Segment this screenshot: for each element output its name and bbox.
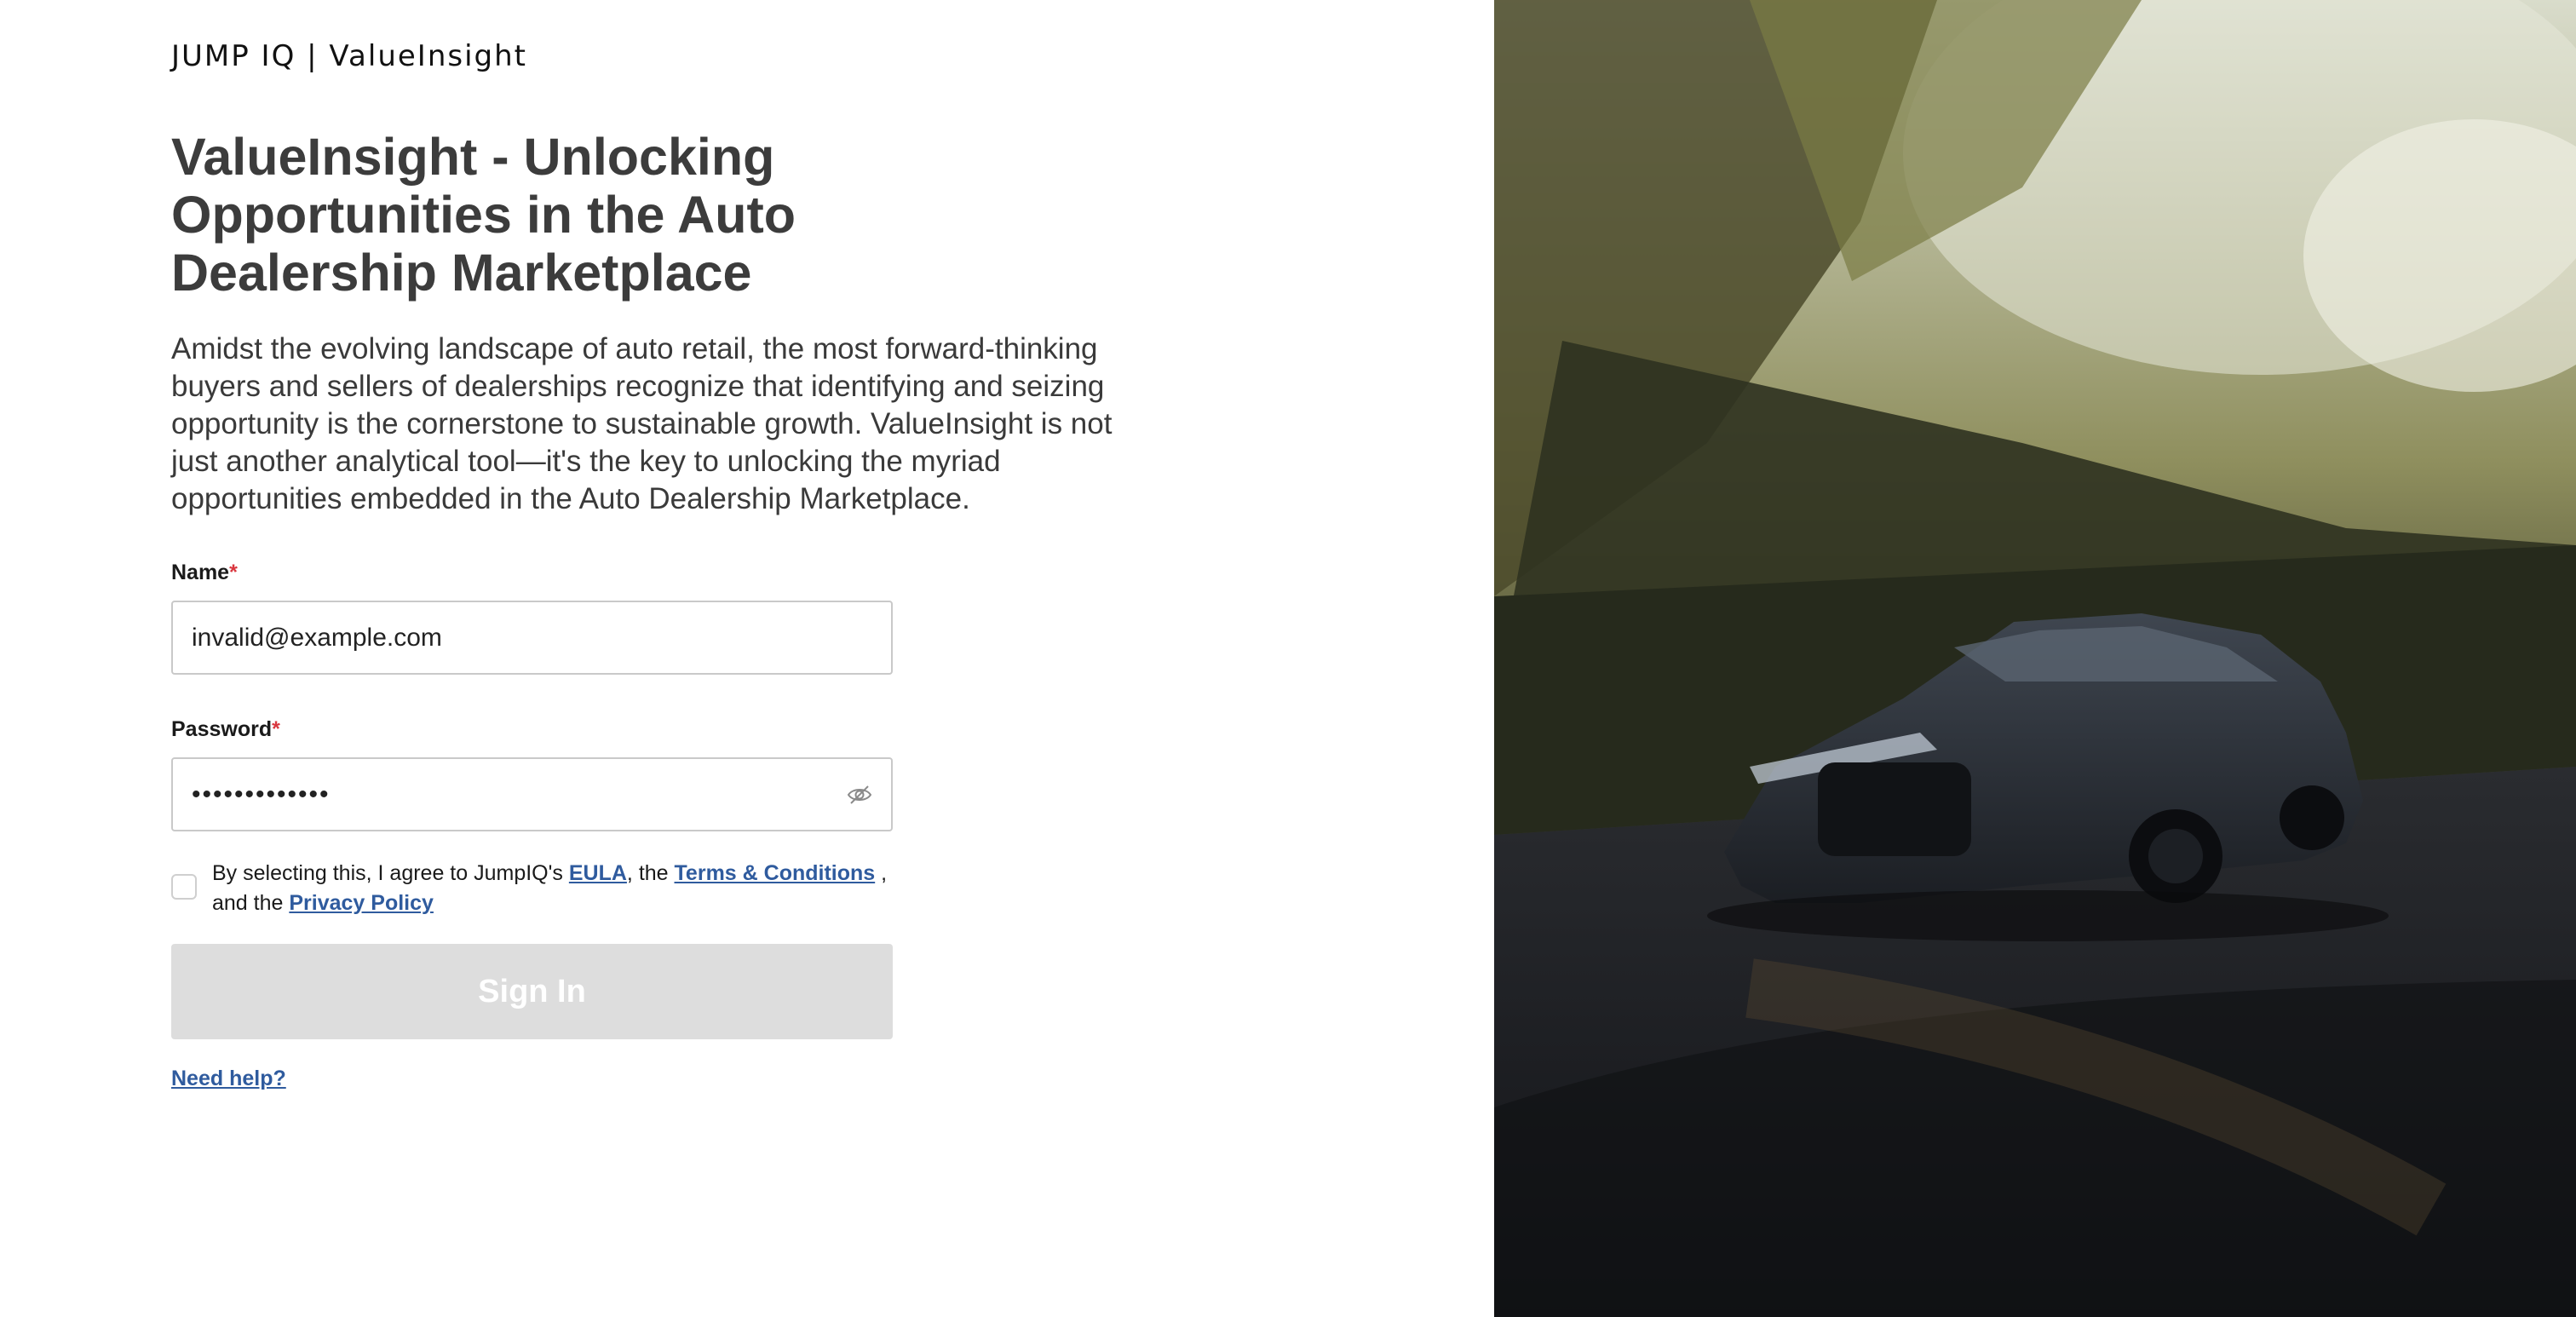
password-input[interactable] bbox=[192, 759, 839, 830]
name-input[interactable] bbox=[192, 602, 839, 673]
eula-link[interactable]: EULA bbox=[569, 861, 627, 885]
name-label-text: Name bbox=[171, 561, 230, 584]
terms-link[interactable]: Terms & Conditions bbox=[675, 861, 876, 885]
brand-logo: JUMP IQ | ValueInsight bbox=[171, 39, 527, 73]
name-field[interactable] bbox=[171, 601, 893, 675]
required-marker: * bbox=[229, 561, 238, 584]
password-label: Password* bbox=[171, 717, 280, 742]
need-help-link[interactable]: Need help? bbox=[171, 1067, 286, 1091]
intro-paragraph: Amidst the evolving landscape of auto re… bbox=[171, 332, 1113, 515]
login-panel: JUMP IQ | ValueInsight ValueInsight - Un… bbox=[0, 0, 1494, 1317]
required-marker: * bbox=[272, 717, 280, 741]
sign-in-button[interactable]: Sign In bbox=[171, 944, 893, 1039]
name-label: Name* bbox=[171, 561, 238, 585]
car-photo-illustration bbox=[1494, 0, 2576, 1317]
password-field[interactable] bbox=[171, 757, 893, 831]
agreement-text-before: By selecting this, I agree to JumpIQ's bbox=[212, 861, 569, 885]
password-label-text: Password bbox=[171, 717, 273, 741]
agreement-text: By selecting this, I agree to JumpIQ's E… bbox=[212, 859, 919, 918]
hero-car-photo bbox=[1494, 0, 2576, 1317]
agreement-checkbox[interactable] bbox=[171, 874, 197, 900]
privacy-policy-link[interactable]: Privacy Policy bbox=[289, 891, 434, 915]
page-title: ValueInsight - Unlocking Opportunities i… bbox=[171, 128, 796, 302]
agreement-text-middle: , the bbox=[626, 861, 675, 885]
eye-slash-icon[interactable] bbox=[847, 784, 872, 806]
